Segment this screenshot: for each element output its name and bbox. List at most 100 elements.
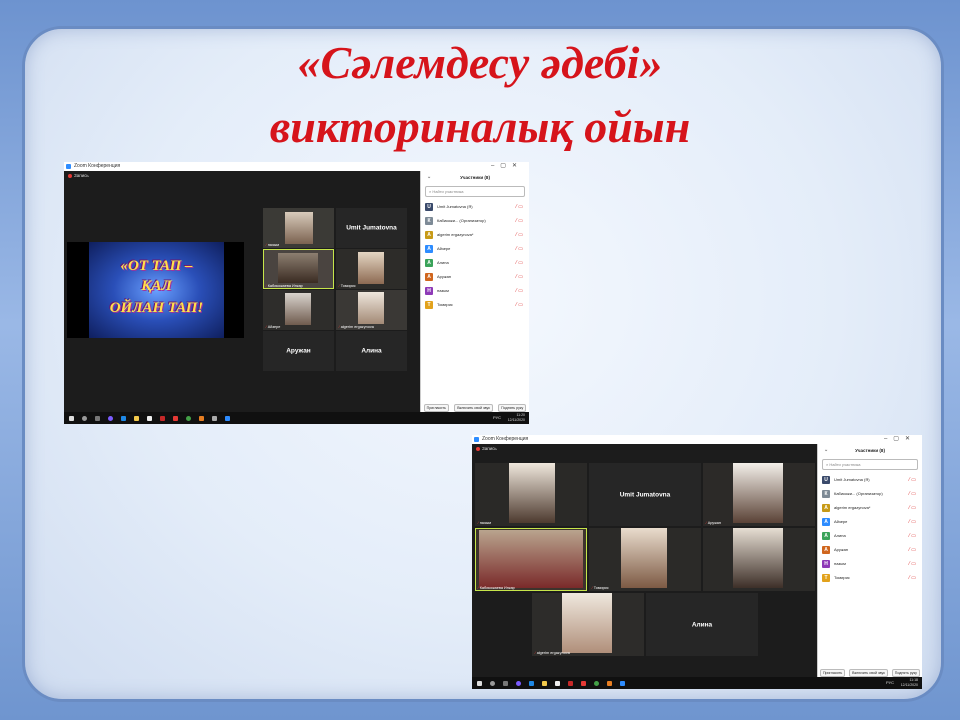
zoom-taskbar-icon[interactable] [225,415,230,421]
store-icon[interactable] [555,680,560,686]
video-feed [733,528,783,588]
app-icon[interactable] [212,415,217,421]
video-tile[interactable]: Аружан [263,331,334,371]
search-icon[interactable] [490,680,495,686]
zoom-window-1: Zoom Конференция –▢✕ Запись «ОТ ТАП – ҚА… [64,162,529,424]
tile-name: назым [478,521,491,525]
video-feed [285,293,311,325]
participant-row[interactable]: Aalgerim ergazynova* ⁄ ▭ [421,228,529,242]
participant-search-input[interactable]: ⌕ Найти участника [425,186,525,197]
avatar: Н [425,287,433,295]
participant-row[interactable]: Aalgerim ergazynova* ⁄ ▭ [818,501,922,515]
avatar: К [822,490,830,498]
app-icon[interactable] [516,680,521,686]
video-tile[interactable]: Алина [336,331,407,371]
tile-name: Кабикожаева Инкар [478,586,515,590]
windows-taskbar: РУС 11:18 12/11/2020 [472,677,922,689]
video-tile-active[interactable]: Кабикожаева Инкар [263,249,334,289]
invite-button[interactable]: Пригласить [819,669,846,677]
raise-hand-button[interactable]: Поднять руку [891,669,920,677]
muted-mic-icon: ⁄ ▭ [909,561,916,567]
app-icon[interactable] [607,680,612,686]
chrome-icon[interactable] [594,680,599,686]
participant-row[interactable]: А Алина ⁄ ▭ [818,529,922,543]
unmute-button[interactable]: Включить свой звук [454,404,493,412]
video-tile[interactable]: Аружан [703,463,815,526]
chevron-down-icon[interactable]: ⌄ [824,447,828,453]
windows-start-icon[interactable] [69,415,74,421]
invite-button[interactable]: Пригласить [423,404,449,412]
video-tile[interactable] [703,528,815,591]
task-view-icon[interactable] [95,415,100,421]
participant-name: Umit Jumatovna (Я) [834,477,870,482]
raise-hand-button[interactable]: Поднять руку [498,404,527,412]
powerpoint-icon[interactable] [568,680,573,686]
video-tile[interactable]: Алина [646,593,758,656]
powerpoint-icon[interactable] [160,415,165,421]
meeting-label: Запись [74,173,89,178]
participant-row[interactable]: Нназым ⁄ ▭ [818,557,922,571]
muted-mic-icon: ⁄ ▭ [909,505,916,511]
app-icon[interactable] [108,415,113,421]
video-tile[interactable]: Томирис [336,249,407,289]
participant-name: назым [834,561,846,566]
participant-row[interactable]: А Алина ⁄ ▭ [421,256,529,270]
edge-icon[interactable] [121,415,126,421]
avatar: К [425,217,433,225]
video-feed [562,593,612,653]
unmute-button[interactable]: Включить свой звук [849,669,888,677]
app-icon[interactable] [581,680,586,686]
participant-row[interactable]: А Аружан ⁄ ▭ [818,543,922,557]
participant-name: Umit Jumatovna (Я) [437,204,473,209]
video-feed [278,253,318,283]
clock-date: 12/11/2020 [900,683,918,687]
video-tile[interactable]: Томирис [589,528,701,591]
video-tile[interactable]: algerim ergazynova [336,290,407,330]
tile-name: Кабикожаева Инкар [266,284,303,288]
search-icon[interactable] [82,415,87,421]
video-tile[interactable]: Umit Jumatovna [589,463,701,526]
video-tile[interactable]: назым [475,463,587,526]
participant-row[interactable]: А Айзере ⁄ ▭ [421,242,529,256]
participant-row[interactable]: Т Томирис ⁄ ▭ [818,571,922,585]
clock-date: 12/11/2020 [507,418,525,422]
participant-name: algerim ergazynova* [834,505,871,510]
tile-center-name: Аружан [286,347,311,355]
video-feed [733,463,783,523]
muted-mic-icon: ⁄ ▭ [516,232,523,238]
store-icon[interactable] [147,415,152,421]
zoom-taskbar-icon[interactable] [620,680,625,686]
participant-row[interactable]: К Кабикожи... (Организатор) ⁄ ▭ [421,214,529,228]
muted-mic-icon: ⁄ ▭ [516,288,523,294]
task-view-icon[interactable] [503,680,508,686]
shared-slide-line: ОЙЛАН ТАП! [109,300,204,316]
video-tile-active[interactable]: Кабикожаева Инкар [475,528,587,591]
folder-icon[interactable] [542,680,547,686]
folder-icon[interactable] [134,415,139,421]
participant-search-input[interactable]: ⌕ Найти участника [822,459,918,470]
avatar: U [425,203,433,211]
app-icon[interactable] [173,415,178,421]
windows-taskbar: РУС 11:20 12/11/2020 [64,412,529,424]
participant-row[interactable]: U Umit Jumatovna (Я) ⁄ ▭ [818,473,922,487]
participant-row[interactable]: А Аружан ⁄ ▭ [421,270,529,284]
search-placeholder: Найти участника [829,462,861,467]
participant-row[interactable]: Нназым ⁄ ▭ [421,284,529,298]
video-feed [509,463,555,523]
participant-row[interactable]: Т Томирис ⁄ ▭ [421,298,529,312]
participant-row[interactable]: К Кабикожи... (Организатор) ⁄ ▭ [818,487,922,501]
participant-row[interactable]: А Айзере ⁄ ▭ [818,515,922,529]
window-controls[interactable]: –▢✕ [884,435,916,444]
windows-start-icon[interactable] [477,680,482,686]
meeting-status: Запись [472,444,602,453]
edge-icon[interactable] [529,680,534,686]
participant-row[interactable]: U Umit Jumatovna (Я) ⁄ ▭ [421,200,529,214]
video-tile[interactable]: Айзере [263,290,334,330]
app-icon[interactable] [199,415,204,421]
video-tile[interactable]: Umit Jumatovna [336,208,407,248]
video-tile[interactable]: algerim ergazynova [532,593,644,656]
video-tile[interactable]: назым [263,208,334,248]
chevron-down-icon[interactable]: ⌄ [427,174,431,180]
window-controls[interactable]: –▢✕ [491,162,523,171]
chrome-icon[interactable] [186,415,191,421]
